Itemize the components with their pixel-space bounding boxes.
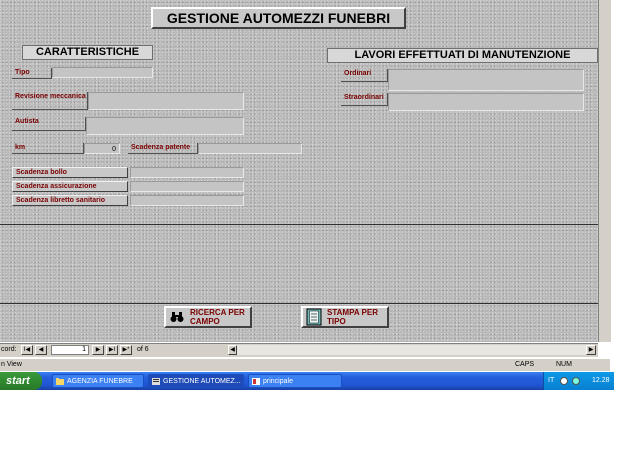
report-icon (252, 378, 260, 385)
volume-icon[interactable] (572, 377, 580, 385)
last-record-button[interactable]: ▶I (106, 345, 118, 355)
field-scadenza-assicurazione[interactable] (130, 181, 244, 192)
field-tipo[interactable] (52, 67, 153, 78)
prev-record-button[interactable]: ◀ (35, 345, 47, 355)
record-count: of 6 (137, 346, 149, 353)
task-gestione-automezzi[interactable]: GESTIONE AUTOMEZ... (148, 374, 244, 388)
folder-icon (56, 378, 64, 385)
start-button[interactable]: start (0, 372, 42, 390)
label-scadenza-assicurazione: Scadenza assicurazione (12, 181, 128, 192)
document-icon (305, 308, 323, 326)
field-scadenza-libretto[interactable] (130, 195, 244, 206)
field-revisione[interactable] (88, 92, 244, 110)
first-record-button[interactable]: I◀ (21, 345, 33, 355)
label-scadenza-bollo: Scadenza bollo (12, 167, 128, 178)
stampa-per-tipo-button[interactable]: STAMPA PER TIPO (301, 306, 389, 328)
form-title: GESTIONE AUTOMEZZI FUNEBRI (151, 7, 406, 29)
record-number-input[interactable]: 1 (51, 345, 89, 355)
scroll-left-button[interactable]: ◀ (228, 345, 237, 355)
horizontal-scrollbar[interactable] (237, 345, 586, 355)
status-caps: CAPS (515, 361, 535, 368)
status-bar: n View CAPS NUM (0, 359, 610, 371)
record-navigation-bar: cord: I◀ ◀ 1 ▶ ▶I ▶* of 6 ◀ ▶ (0, 343, 598, 357)
divider-top (0, 224, 598, 225)
stampa-label: STAMPA PER TIPO (327, 308, 378, 326)
form-icon (152, 378, 160, 385)
label-autista: Autista (12, 117, 86, 131)
network-icon[interactable] (560, 377, 568, 385)
section-manutenzione: LAVORI EFFETTUATI DI MANUTENZIONE (327, 48, 598, 63)
task-label: AGENZIA FUNEBRE (67, 378, 133, 385)
field-scadenza-patente[interactable] (198, 143, 302, 154)
label-ordinari: Ordinari (341, 69, 388, 82)
system-tray: IT 12.28 (543, 372, 614, 390)
label-km: km (12, 143, 84, 154)
field-autista[interactable] (86, 117, 244, 135)
next-record-button[interactable]: ▶ (92, 345, 104, 355)
task-agenzia-funebre[interactable]: AGENZIA FUNEBRE (52, 374, 144, 388)
field-straordinari[interactable] (388, 93, 584, 111)
clock: 12.28 (592, 377, 610, 384)
binoculars-icon (168, 308, 186, 326)
taskbar: start AGENZIA FUNEBRE GESTIONE AUTOMEZ..… (0, 372, 614, 390)
field-scadenza-bollo[interactable] (130, 167, 244, 178)
field-ordinari[interactable] (388, 69, 584, 91)
label-scadenza-patente: Scadenza patente (128, 143, 198, 154)
ricerca-per-campo-button[interactable]: RICERCA PER CAMPO (164, 306, 252, 328)
ricerca-label: RICERCA PER CAMPO (190, 308, 245, 326)
label-tipo: Tipo (12, 68, 52, 79)
language-indicator[interactable]: IT (548, 372, 554, 390)
label-straordinari: Straordinari (341, 93, 388, 106)
field-km[interactable]: 0 (84, 143, 120, 154)
status-num: NUM (556, 361, 572, 368)
divider-bottom (0, 303, 598, 304)
window-edge (611, 0, 632, 390)
section-caratteristiche: CARATTERISTICHE (22, 45, 153, 60)
label-scadenza-libretto: Scadenza libretto sanitario (12, 195, 128, 206)
form-area: GESTIONE AUTOMEZZI FUNEBRI CARATTERISTIC… (0, 0, 598, 342)
status-view-text: n View (1, 361, 22, 368)
record-label: cord: (1, 346, 17, 353)
task-label: GESTIONE AUTOMEZ... (163, 378, 241, 385)
task-label: principale (263, 378, 293, 385)
scroll-right-button[interactable]: ▶ (586, 345, 596, 355)
task-principale[interactable]: principale (248, 374, 342, 388)
vertical-scrollbar[interactable] (598, 0, 611, 342)
label-revisione: Revisione meccanica (12, 92, 88, 110)
new-record-button[interactable]: ▶* (120, 345, 132, 355)
